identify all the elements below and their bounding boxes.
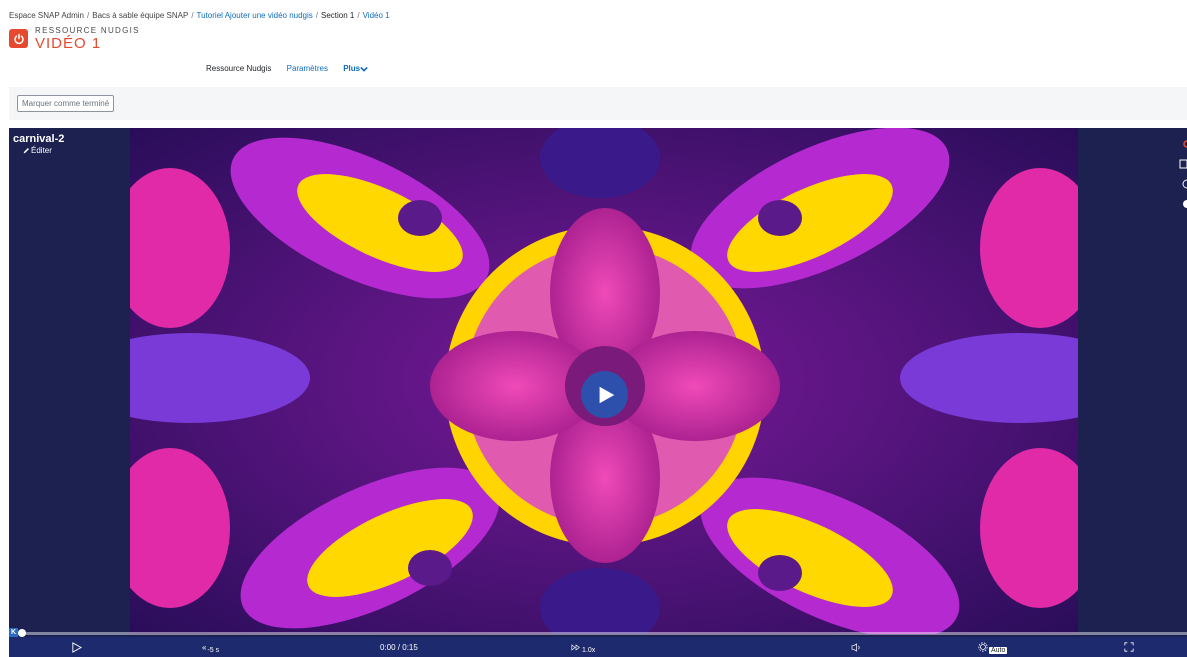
- speed-icon: [571, 643, 580, 651]
- info-icon[interactable]: [1179, 196, 1187, 208]
- progress-track: [9, 632, 1187, 635]
- breadcrumb-item-section[interactable]: Section 1: [321, 11, 354, 20]
- breadcrumb-item-video[interactable]: Vidéo 1: [363, 11, 390, 20]
- mark-complete-button[interactable]: Marquer comme terminé: [17, 95, 115, 112]
- play-icon: [72, 641, 82, 653]
- breadcrumb: Espace SNAP Admin / Bacs à sable équipe SN…: [9, 11, 390, 20]
- fullscreen-icon: [1124, 642, 1134, 652]
- video-title: carnival-2: [13, 133, 65, 145]
- rewind-icon: «: [202, 642, 207, 652]
- secondary-nav: Ressource Nudgis Paramètres Plus: [206, 64, 381, 73]
- tab-ressource[interactable]: Ressource Nudgis: [206, 64, 271, 73]
- start-marker: K: [9, 628, 18, 637]
- volume-icon: [851, 642, 860, 652]
- tab-parametres[interactable]: Paramètres: [287, 64, 328, 73]
- fullscreen-button[interactable]: [1124, 637, 1134, 657]
- play-overlay-button[interactable]: [581, 371, 628, 418]
- seek-back-button[interactable]: «-5 s: [202, 637, 219, 657]
- player-controls: «-5 s 0:00 / 0:15 1.0x Auto: [9, 637, 1187, 657]
- breadcrumb-item-bacs[interactable]: Bacs à sable équipe SNAP: [92, 11, 188, 20]
- breadcrumb-item-tutoriel[interactable]: Tutoriel Ajouter une vidéo nudgis: [197, 11, 313, 20]
- comment-icon[interactable]: [1179, 176, 1187, 189]
- edit-video-link[interactable]: Éditer: [23, 146, 52, 155]
- breadcrumb-item-espace[interactable]: Espace SNAP Admin: [9, 11, 84, 20]
- settings-button[interactable]: Auto: [978, 637, 1008, 657]
- speed-label: 1.0x: [582, 646, 596, 654]
- module-type-label: RESSOURCE NUDGIS: [35, 26, 140, 35]
- gear-icon: [978, 642, 988, 652]
- breadcrumb-separator: /: [357, 11, 360, 20]
- page-title: VIDÉO 1: [35, 35, 102, 52]
- activity-completion-bar: Marquer comme terminé: [9, 87, 1187, 120]
- speed-button[interactable]: 1.0x: [571, 637, 595, 657]
- chevron-down-icon: [360, 66, 368, 72]
- video-player[interactable]: carnival-2 Éditer K «-5 s 0:00 / 0:15 1.…: [9, 128, 1187, 657]
- volume-button[interactable]: [851, 637, 862, 657]
- breadcrumb-separator: /: [315, 11, 319, 20]
- annotation-icon[interactable]: [1179, 136, 1187, 148]
- edit-label: Éditer: [31, 146, 52, 155]
- time-display: 0:00 / 0:15: [380, 642, 418, 652]
- play-icon: [599, 386, 615, 403]
- play-button[interactable]: [71, 637, 82, 657]
- progress-bar[interactable]: K: [9, 628, 1187, 637]
- tab-plus-label: Plus: [343, 64, 361, 73]
- nudgis-power-icon: [9, 29, 28, 48]
- breadcrumb-separator: /: [87, 11, 90, 20]
- side-toolbar: [1179, 136, 1187, 216]
- progress-handle[interactable]: [18, 629, 26, 637]
- pencil-icon: [23, 148, 29, 154]
- quality-badge: Auto: [989, 646, 1008, 654]
- chapters-icon[interactable]: [1179, 156, 1187, 169]
- breadcrumb-separator: /: [191, 11, 194, 20]
- seek-back-label: -5 s: [207, 646, 220, 654]
- tab-plus[interactable]: Plus: [343, 64, 368, 73]
